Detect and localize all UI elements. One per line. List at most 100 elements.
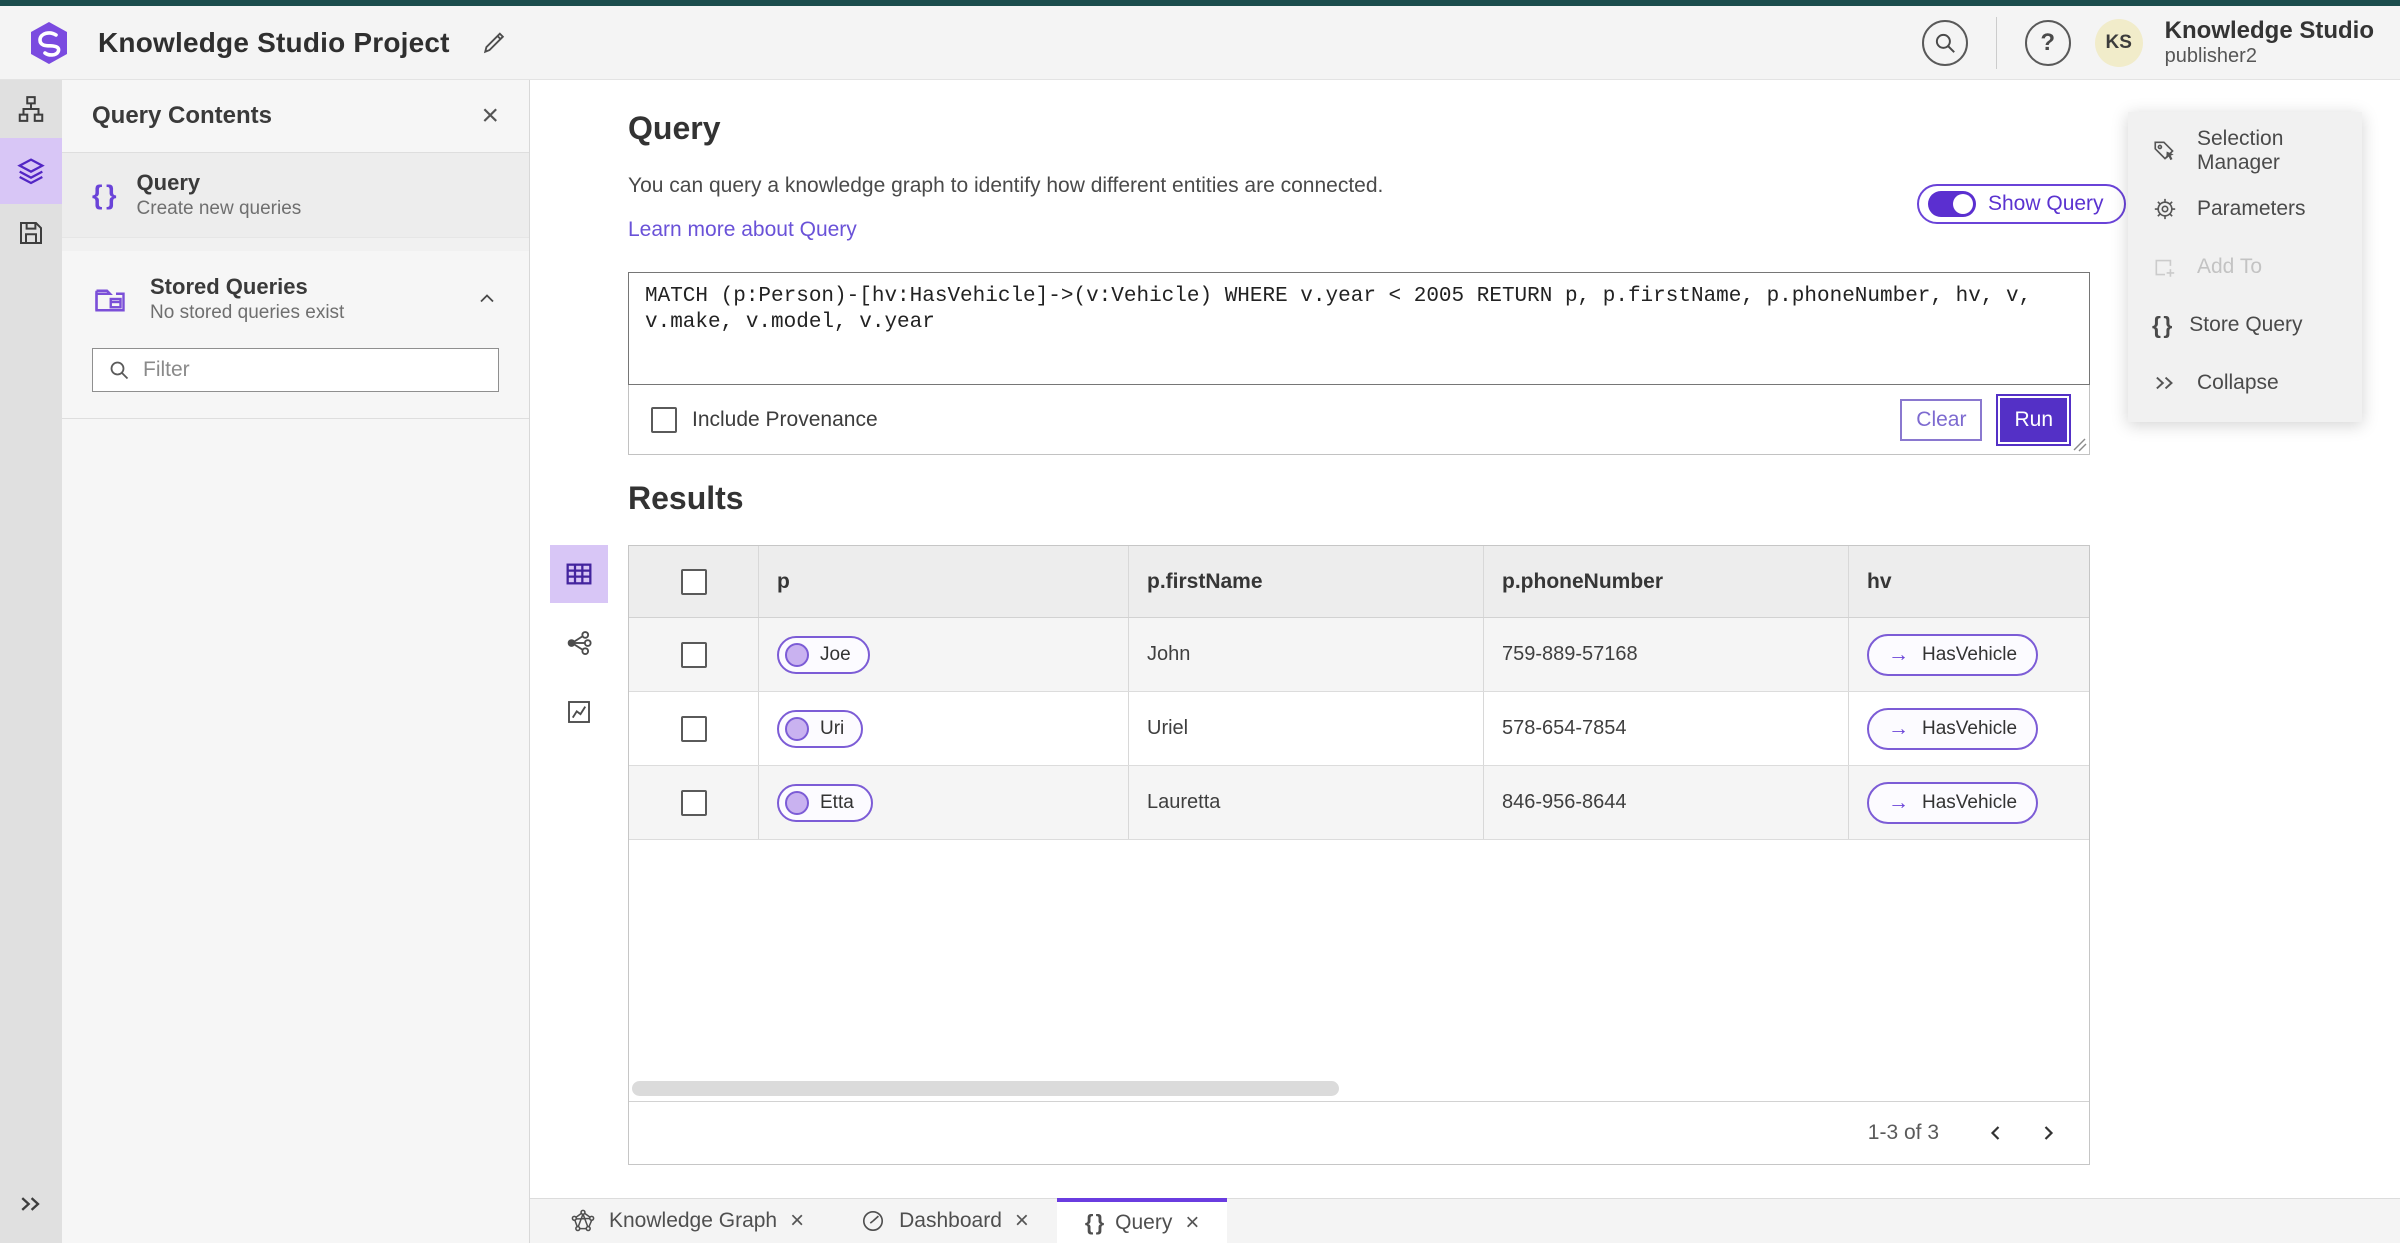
tab-knowledge-graph[interactable]: Knowledge Graph × xyxy=(542,1198,832,1243)
tab-query[interactable]: { } Query × xyxy=(1056,1198,1228,1243)
rail-expand-button[interactable] xyxy=(0,1179,62,1229)
double-chevron-right-icon xyxy=(2156,376,2173,390)
help-button[interactable]: ? xyxy=(2024,19,2071,66)
horizontal-scrollbar[interactable] xyxy=(632,1081,1339,1096)
braces-icon: { } xyxy=(2152,311,2172,338)
entity-pill[interactable]: Etta xyxy=(777,783,873,822)
project-title: Knowledge Studio Project xyxy=(98,26,450,58)
user-info[interactable]: Knowledge Studio publisher2 xyxy=(2165,17,2374,68)
tab-label: Dashboard xyxy=(899,1209,1002,1232)
relationship-label: HasVehicle xyxy=(1922,717,2018,739)
search-button[interactable] xyxy=(1921,19,1968,66)
learn-more-link[interactable]: Learn more about Query xyxy=(628,218,857,242)
selection-manager-label: Selection Manager xyxy=(2197,127,2284,174)
column-header-firstname[interactable]: p.firstName xyxy=(1129,546,1484,617)
selection-manager-icon xyxy=(2154,141,2174,161)
user-name: Knowledge Studio xyxy=(2164,17,2374,45)
include-provenance-checkbox[interactable] xyxy=(651,407,677,433)
user-role: publisher2 xyxy=(2164,44,2257,67)
graph-view-button[interactable] xyxy=(550,614,608,672)
add-to-label: Add To xyxy=(2197,255,2262,278)
show-query-label: Show Query xyxy=(1988,192,2104,215)
resize-handle-icon[interactable] xyxy=(2071,436,2087,452)
selection-manager-button[interactable]: Selection Manager xyxy=(2128,122,2362,180)
actions-panel: Selection Manager Parameters Add To { } … xyxy=(2128,112,2362,422)
arrow-right-icon: → xyxy=(1888,643,1909,666)
relationship-pill[interactable]: → HasVehicle xyxy=(1867,633,2039,676)
rail-layers-button[interactable] xyxy=(0,138,62,204)
collapse-panel-button[interactable]: Collapse xyxy=(2128,354,2362,412)
sidebar-item-query[interactable]: { } Query Create new queries xyxy=(62,153,529,238)
column-header-p[interactable]: p xyxy=(759,546,1129,617)
row-checkbox[interactable] xyxy=(680,641,707,668)
query-item-subtitle: Create new queries xyxy=(136,197,302,219)
pencil-icon xyxy=(483,31,504,53)
results-view-switcher xyxy=(550,545,610,752)
stored-queries-header[interactable]: Stored Queries No stored queries exist xyxy=(92,273,499,324)
rail-schema-button[interactable] xyxy=(0,80,62,138)
run-button[interactable]: Run xyxy=(1996,394,2071,446)
show-query-button[interactable]: Show Query xyxy=(1917,184,2126,224)
icon-rail xyxy=(0,80,62,1243)
filter-field[interactable] xyxy=(92,348,499,393)
panel-header: Query Contents × xyxy=(62,80,529,153)
row-checkbox[interactable] xyxy=(680,789,707,816)
stored-queries-section: Stored Queries No stored queries exist xyxy=(62,251,529,420)
braces-icon: { } xyxy=(1084,1209,1104,1235)
pagination-label: 1-3 of 3 xyxy=(1867,1121,1939,1144)
table-view-button[interactable] xyxy=(550,545,608,603)
rail-save-button[interactable] xyxy=(0,204,62,262)
row-checkbox[interactable] xyxy=(680,715,707,742)
select-all-checkbox[interactable] xyxy=(680,568,707,595)
cell-firstname: Lauretta xyxy=(1129,766,1484,839)
filter-input[interactable] xyxy=(143,358,484,383)
chart-icon xyxy=(568,701,590,723)
app-logo-icon[interactable] xyxy=(26,20,72,66)
entity-pill[interactable]: Uri xyxy=(777,709,864,748)
stored-queries-subtitle: No stored queries exist xyxy=(150,301,345,323)
close-icon: × xyxy=(1185,1208,1200,1236)
edit-title-button[interactable] xyxy=(480,29,508,57)
stored-queries-folder-icon xyxy=(95,289,125,312)
chart-view-button[interactable] xyxy=(550,683,608,741)
table-row[interactable]: Etta Lauretta 846-956-8644 → HasVehicle xyxy=(629,766,2089,840)
collapse-section-button[interactable] xyxy=(475,287,499,311)
relationship-label: HasVehicle xyxy=(1922,643,2018,665)
store-query-button[interactable]: { } Store Query xyxy=(2128,296,2362,354)
show-query-toggle[interactable] xyxy=(1928,191,1976,217)
column-header-hv[interactable]: hv xyxy=(1849,546,2089,617)
close-tab-button[interactable]: × xyxy=(1185,1208,1200,1236)
relationship-label: HasVehicle xyxy=(1922,791,2018,813)
prev-page-button[interactable] xyxy=(1975,1112,2017,1154)
next-page-button[interactable] xyxy=(2027,1112,2069,1154)
collapse-label: Collapse xyxy=(2197,371,2279,394)
braces-icon: { } xyxy=(92,179,116,210)
panel-close-button[interactable]: × xyxy=(481,101,499,131)
add-to-button: Add To xyxy=(2128,238,2362,296)
avatar[interactable]: KS xyxy=(2094,18,2143,67)
clear-button[interactable]: Clear xyxy=(1900,399,1983,441)
close-icon: × xyxy=(1014,1207,1029,1234)
parameters-button[interactable]: Parameters xyxy=(2128,180,2362,238)
results-table: p p.firstName p.phoneNumber hv Joe John … xyxy=(628,545,2090,1165)
close-tab-button[interactable]: × xyxy=(1015,1209,1029,1233)
search-icon xyxy=(1935,33,1955,53)
close-tab-button[interactable]: × xyxy=(790,1209,804,1233)
include-provenance-label: Include Provenance xyxy=(692,408,878,431)
close-icon: × xyxy=(790,1207,805,1234)
table-row[interactable]: Joe John 759-889-57168 → HasVehicle xyxy=(629,618,2089,692)
hierarchy-icon xyxy=(18,96,44,122)
relationship-pill[interactable]: → HasVehicle xyxy=(1867,707,2039,750)
table-pagination: 1-3 of 3 xyxy=(629,1101,2089,1164)
filter-search-icon xyxy=(110,361,129,380)
query-item-title: Query xyxy=(136,170,201,196)
entity-pill[interactable]: Joe xyxy=(777,635,870,674)
entity-label: Joe xyxy=(820,643,851,665)
query-textarea[interactable]: MATCH (p:Person)-[hv:HasVehicle]->(v:Veh… xyxy=(628,272,2090,385)
tab-dashboard[interactable]: Dashboard × xyxy=(832,1198,1057,1243)
relationship-pill[interactable]: → HasVehicle xyxy=(1867,781,2039,824)
knowledge-studio-app: Knowledge Studio Project ? KS Knowledge … xyxy=(0,0,2400,1243)
gear-icon xyxy=(2154,198,2176,220)
column-header-phonenumber[interactable]: p.phoneNumber xyxy=(1484,546,1849,617)
table-row[interactable]: Uri Uriel 578-654-7854 → HasVehicle xyxy=(629,692,2089,766)
